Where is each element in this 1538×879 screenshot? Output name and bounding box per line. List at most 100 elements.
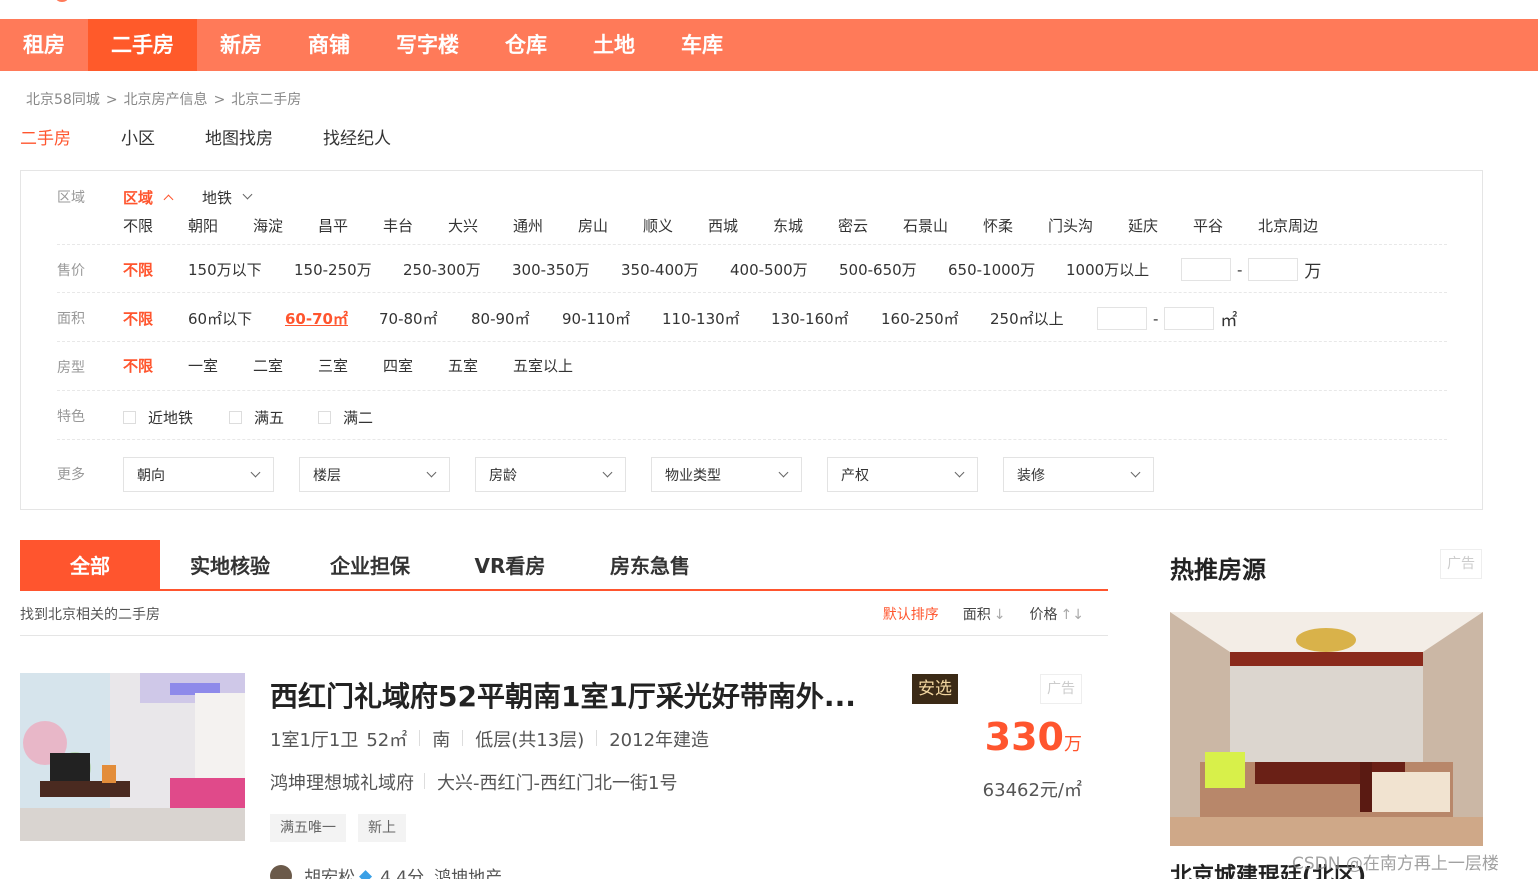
listing-address-line: 鸿坤理想城礼域府 大兴-西红门-西红门北一街1号: [270, 769, 677, 795]
dropdown-age[interactable]: 房龄: [475, 457, 626, 492]
area-unit: ㎡: [1220, 311, 1238, 331]
nav-item-garage[interactable]: 车库: [658, 19, 746, 71]
sort-area[interactable]: 面积 ↓: [963, 604, 1006, 624]
region-option[interactable]: 顺义: [643, 215, 708, 236]
feature-option[interactable]: 满二: [318, 407, 373, 428]
layout-option[interactable]: 五室以上: [513, 355, 573, 376]
region-option[interactable]: 不限: [123, 215, 188, 236]
area-option[interactable]: 160-250㎡: [881, 308, 990, 329]
price-option[interactable]: 250-300万: [403, 259, 512, 280]
nav-item-new[interactable]: 新房: [197, 19, 285, 71]
tab-subway[interactable]: 地铁: [202, 187, 232, 208]
subnav-secondhand[interactable]: 二手房: [20, 124, 71, 149]
recommend-photo[interactable]: [1170, 612, 1483, 846]
price-option[interactable]: 1000万以上: [1066, 259, 1181, 280]
area-option[interactable]: 80-90㎡: [471, 308, 562, 329]
listing-title[interactable]: 西红门礼域府52平朝南1室1厅采光好带南外...: [270, 675, 856, 715]
region-option[interactable]: 密云: [838, 215, 903, 236]
area-option[interactable]: 110-130㎡: [662, 308, 771, 329]
feature-option[interactable]: 满五: [229, 407, 318, 428]
price-option[interactable]: 500-650万: [839, 259, 948, 280]
region-option[interactable]: 大兴: [448, 215, 513, 236]
subnav-agent[interactable]: 找经纪人: [323, 124, 391, 149]
layout-option[interactable]: 三室: [318, 355, 383, 376]
price-min-input[interactable]: [1181, 258, 1231, 281]
region-option[interactable]: 丰台: [383, 215, 448, 236]
breadcrumb-realestate[interactable]: 北京房产信息: [124, 92, 208, 108]
tab-guaranteed[interactable]: 企业担保: [300, 540, 440, 589]
region-option[interactable]: 房山: [578, 215, 643, 236]
region-option[interactable]: 门头沟: [1048, 215, 1128, 236]
area-max-input[interactable]: [1164, 307, 1215, 330]
area-option[interactable]: 不限: [123, 308, 188, 329]
agent-avatar[interactable]: [270, 864, 292, 879]
price-options: 不限 150万以下 150-250万 250-300万 300-350万 350…: [123, 257, 1321, 282]
area-option[interactable]: 60㎡以下: [188, 308, 285, 329]
subnav-community[interactable]: 小区: [121, 124, 155, 149]
area-option[interactable]: 90-110㎡: [562, 308, 662, 329]
nav-item-office[interactable]: 写字楼: [373, 19, 482, 71]
price-option[interactable]: 350-400万: [621, 259, 730, 280]
agent-name[interactable]: 胡宏松: [304, 863, 355, 879]
area-option[interactable]: 250㎡以上: [990, 308, 1097, 329]
area-min-input[interactable]: [1097, 307, 1147, 330]
nav-item-warehouse[interactable]: 仓库: [482, 19, 570, 71]
layout-option[interactable]: 二室: [253, 355, 318, 376]
nav-item-secondhand[interactable]: 二手房: [88, 19, 197, 71]
region-option[interactable]: 石景山: [903, 215, 983, 236]
layout-option[interactable]: 一室: [188, 355, 253, 376]
listing-item[interactable]: 西红门礼域府52平朝南1室1厅采光好带南外... 安选 广告 1室1厅1卫 52…: [20, 673, 1110, 879]
tab-urgent[interactable]: 房东急售: [580, 540, 720, 589]
checkbox-icon[interactable]: [123, 411, 136, 424]
nav-item-land[interactable]: 土地: [570, 19, 658, 71]
layout-option[interactable]: 四室: [383, 355, 448, 376]
price-option[interactable]: 300-350万: [512, 259, 621, 280]
sort-default[interactable]: 默认排序: [883, 604, 939, 624]
area-option[interactable]: 70-80㎡: [379, 308, 471, 329]
agent-info: 胡宏松 ◆ 4.4分 鸿坤地产: [270, 863, 502, 879]
listing-photo[interactable]: [20, 673, 245, 841]
region-option[interactable]: 西城: [708, 215, 773, 236]
price-option[interactable]: 150万以下: [188, 259, 294, 280]
tab-all[interactable]: 全部: [20, 540, 160, 589]
dropdown-ownership[interactable]: 产权: [827, 457, 978, 492]
dropdown-floor[interactable]: 楼层: [299, 457, 450, 492]
feature-option[interactable]: 近地铁: [123, 407, 229, 428]
tab-region[interactable]: 区域: [123, 187, 153, 208]
subnav-map[interactable]: 地图找房: [205, 124, 273, 149]
dropdown-orientation[interactable]: 朝向: [123, 457, 274, 492]
nav-item-rent[interactable]: 租房: [0, 19, 88, 71]
nav-item-shop[interactable]: 商铺: [285, 19, 373, 71]
filter-label-area: 面积: [57, 311, 85, 327]
area-option-selected[interactable]: 60-70㎡: [285, 308, 379, 329]
layout-option-selected[interactable]: 不限: [123, 355, 188, 376]
price-option-selected[interactable]: 不限: [123, 259, 188, 280]
tab-vr[interactable]: VR看房: [440, 540, 580, 589]
dropdown-decoration[interactable]: 装修: [1003, 457, 1154, 492]
region-option[interactable]: 昌平: [318, 215, 383, 236]
price-option[interactable]: 400-500万: [730, 259, 839, 280]
region-option[interactable]: 怀柔: [983, 215, 1048, 236]
checkbox-icon[interactable]: [229, 411, 242, 424]
region-option[interactable]: 东城: [773, 215, 838, 236]
tab-verified[interactable]: 实地核验: [160, 540, 300, 589]
region-option[interactable]: 海淀: [253, 215, 318, 236]
region-option[interactable]: 朝阳: [188, 215, 253, 236]
price-option[interactable]: 650-1000万: [948, 259, 1066, 280]
listing-community[interactable]: 鸿坤理想城礼域府: [270, 769, 414, 795]
breadcrumb-city[interactable]: 北京58同城: [26, 92, 100, 108]
price-max-input[interactable]: [1248, 258, 1299, 281]
dropdown-property-type[interactable]: 物业类型: [651, 457, 802, 492]
region-option[interactable]: 通州: [513, 215, 578, 236]
area-option[interactable]: 130-160㎡: [771, 308, 881, 329]
price-option[interactable]: 150-250万: [294, 259, 403, 280]
region-option[interactable]: 延庆: [1128, 215, 1193, 236]
checkbox-icon[interactable]: [318, 411, 331, 424]
price-unit: 万: [1304, 262, 1322, 282]
sort-price[interactable]: 价格 ↑↓: [1030, 604, 1084, 624]
region-option[interactable]: 北京周边: [1258, 215, 1318, 236]
result-bar: 找到北京相关的二手房 默认排序 面积 ↓ 价格 ↑↓: [20, 592, 1108, 636]
breadcrumb-secondhand[interactable]: 北京二手房: [231, 92, 301, 108]
region-option[interactable]: 平谷: [1193, 215, 1258, 236]
layout-option[interactable]: 五室: [448, 355, 513, 376]
